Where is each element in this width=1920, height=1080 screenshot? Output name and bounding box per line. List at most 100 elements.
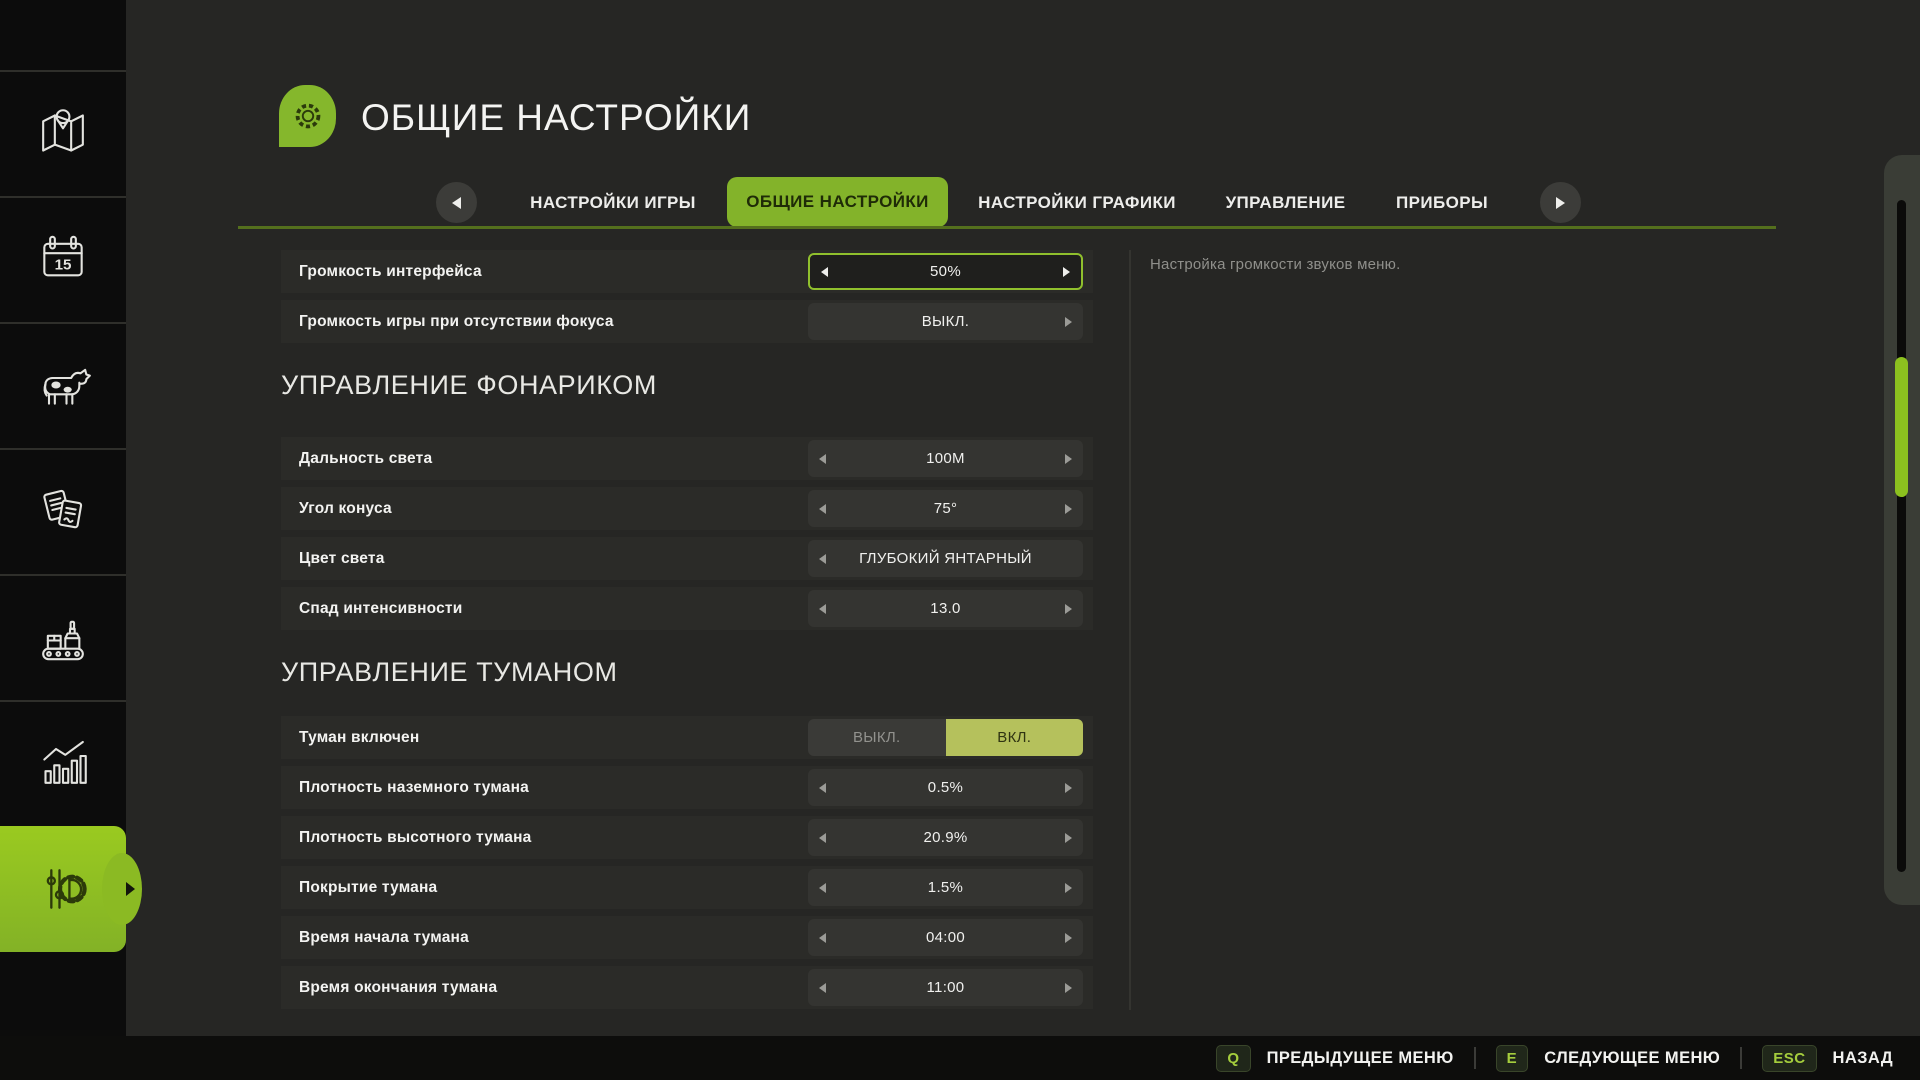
setting-row-cone-angle: Угол конуса 75° xyxy=(281,487,1093,530)
tab-graphics-settings[interactable]: НАСТРОЙКИ ГРАФИКИ xyxy=(976,180,1178,226)
stepper-decrease-icon[interactable] xyxy=(821,267,828,277)
fog-enabled-toggle: ВЫКЛ. ВКЛ. xyxy=(808,719,1083,756)
setting-description: Настройка громкости звуков меню. xyxy=(1150,256,1710,273)
chevron-left-icon xyxy=(452,197,461,209)
setting-label: Угол конуса xyxy=(281,500,392,518)
stepper-value: 75° xyxy=(808,500,1083,517)
map-icon xyxy=(35,105,91,161)
tabs-prev-button[interactable] xyxy=(436,182,477,223)
scrollbar-thumb[interactable] xyxy=(1895,357,1908,497)
stepper-value: ВЫКЛ. xyxy=(808,313,1083,330)
setting-row-fog-enabled: Туман включен ВЫКЛ. ВКЛ. xyxy=(281,716,1093,759)
setting-row-unfocused-volume: Громкость игры при отсутствии фокуса ВЫК… xyxy=(281,300,1093,343)
sidebar-item-animals[interactable] xyxy=(0,322,126,448)
stepper-decrease-icon[interactable] xyxy=(819,783,826,793)
tab-controls[interactable]: УПРАВЛЕНИЕ xyxy=(1225,180,1346,226)
footer-bar: Q ПРЕДЫДУЩЕЕ МЕНЮ E СЛЕДУЮЩЕЕ МЕНЮ ESC Н… xyxy=(0,1036,1920,1080)
production-icon xyxy=(35,609,91,665)
stepper-increase-icon[interactable] xyxy=(1065,783,1072,793)
cone-angle-stepper[interactable]: 75° xyxy=(808,490,1083,527)
tab-underline xyxy=(238,226,1776,229)
light-distance-stepper[interactable]: 100М xyxy=(808,440,1083,477)
next-menu-label[interactable]: СЛЕДУЮЩЕЕ МЕНЮ xyxy=(1544,1049,1720,1068)
setting-label: Плотность высотного тумана xyxy=(281,829,532,847)
sidebar-item-calendar[interactable]: 15 xyxy=(0,196,126,322)
ui-volume-stepper[interactable]: 50% xyxy=(808,253,1083,290)
fog-start-time-stepper[interactable]: 04:00 xyxy=(808,919,1083,956)
setting-label: Громкость игры при отсутствии фокуса xyxy=(281,313,614,331)
sidebar-item-contracts[interactable] xyxy=(0,448,126,574)
stepper-increase-icon[interactable] xyxy=(1065,983,1072,993)
setting-label: Время окончания тумана xyxy=(281,979,497,997)
stepper-increase-icon[interactable] xyxy=(1065,933,1072,943)
stepper-value: 04:00 xyxy=(808,929,1083,946)
sidebar-item-settings[interactable] xyxy=(0,826,126,952)
calendar-icon: 15 xyxy=(35,231,91,287)
sidebar-item-production[interactable] xyxy=(0,574,126,700)
chevron-right-icon xyxy=(1556,197,1565,209)
unfocused-volume-stepper[interactable]: ВЫКЛ. xyxy=(808,303,1083,340)
stepper-increase-icon[interactable] xyxy=(1065,833,1072,843)
stepper-increase-icon[interactable] xyxy=(1065,317,1072,327)
gear-icon xyxy=(289,97,327,135)
tab-general-settings[interactable]: ОБЩИЕ НАСТРОЙКИ xyxy=(727,177,948,227)
setting-label: Цвет света xyxy=(281,550,385,568)
setting-label: Спад интенсивности xyxy=(281,600,462,618)
back-label[interactable]: НАЗАД xyxy=(1833,1049,1893,1068)
setting-label: Громкость интерфейса xyxy=(281,263,482,281)
stepper-decrease-icon[interactable] xyxy=(819,604,826,614)
setting-row-fog-coverage: Покрытие тумана 1.5% xyxy=(281,866,1093,909)
stepper-decrease-icon[interactable] xyxy=(819,933,826,943)
section-header-flashlight: УПРАВЛЕНИЕ ФОНАРИКОМ xyxy=(281,365,1093,405)
stepper-value: 0.5% xyxy=(808,779,1083,796)
stepper-increase-icon[interactable] xyxy=(1063,267,1070,277)
stepper-increase-icon[interactable] xyxy=(1065,504,1072,514)
svg-text:15: 15 xyxy=(55,257,72,274)
sidebar: 15 xyxy=(0,0,126,1036)
tab-devices[interactable]: ПРИБОРЫ xyxy=(1396,180,1487,226)
setting-row-ground-fog-density: Плотность наземного тумана 0.5% xyxy=(281,766,1093,809)
intensity-falloff-stepper[interactable]: 13.0 xyxy=(808,590,1083,627)
documents-icon xyxy=(35,483,91,539)
sidebar-item-map[interactable] xyxy=(0,70,126,196)
stepper-decrease-icon[interactable] xyxy=(819,504,826,514)
ground-fog-density-stepper[interactable]: 0.5% xyxy=(808,769,1083,806)
stepper-decrease-icon[interactable] xyxy=(819,983,826,993)
stepper-value: 11:00 xyxy=(808,979,1083,996)
footer-separator xyxy=(1474,1047,1476,1069)
tabs-next-button[interactable] xyxy=(1540,182,1581,223)
stepper-value: ГЛУБОКИЙ ЯНТАРНЫЙ xyxy=(808,550,1083,567)
stepper-value: 20.9% xyxy=(808,829,1083,846)
scrollbar-track[interactable] xyxy=(1897,200,1906,872)
fog-end-time-stepper[interactable]: 11:00 xyxy=(808,969,1083,1006)
toggle-off-button[interactable]: ВЫКЛ. xyxy=(808,719,946,756)
key-q-badge: Q xyxy=(1216,1045,1250,1072)
key-e-badge: E xyxy=(1496,1045,1529,1072)
stepper-increase-icon[interactable] xyxy=(1065,454,1072,464)
high-fog-density-stepper[interactable]: 20.9% xyxy=(808,819,1083,856)
tab-game-settings[interactable]: НАСТРОЙКИ ИГРЫ xyxy=(529,180,697,226)
toggle-on-button[interactable]: ВКЛ. xyxy=(946,719,1084,756)
fog-coverage-stepper[interactable]: 1.5% xyxy=(808,869,1083,906)
settings-list: Громкость интерфейса 50% Громкость игры … xyxy=(281,250,1093,1016)
section-header-fog: УПРАВЛЕНИЕ ТУМАНОМ xyxy=(281,652,1093,692)
setting-label: Туман включен xyxy=(281,729,419,747)
stepper-decrease-icon[interactable] xyxy=(819,883,826,893)
content-divider xyxy=(1129,250,1131,1010)
light-color-stepper[interactable]: ГЛУБОКИЙ ЯНТАРНЫЙ xyxy=(808,540,1083,577)
stepper-decrease-icon[interactable] xyxy=(819,554,826,564)
active-pointer-icon xyxy=(126,882,135,896)
stats-icon xyxy=(35,735,91,791)
setting-label: Плотность наземного тумана xyxy=(281,779,529,797)
previous-menu-label[interactable]: ПРЕДЫДУЩЕЕ МЕНЮ xyxy=(1267,1049,1454,1068)
stepper-increase-icon[interactable] xyxy=(1065,883,1072,893)
cow-icon xyxy=(35,357,91,413)
stepper-decrease-icon[interactable] xyxy=(819,833,826,843)
stepper-decrease-icon[interactable] xyxy=(819,454,826,464)
key-esc-badge: ESC xyxy=(1762,1045,1816,1072)
setting-row-ui-volume: Громкость интерфейса 50% xyxy=(281,250,1093,293)
stepper-increase-icon[interactable] xyxy=(1065,604,1072,614)
sidebar-item-statistics[interactable] xyxy=(0,700,126,826)
setting-row-light-distance: Дальность света 100М xyxy=(281,437,1093,480)
page-title: ОБЩИЕ НАСТРОЙКИ xyxy=(361,97,751,139)
